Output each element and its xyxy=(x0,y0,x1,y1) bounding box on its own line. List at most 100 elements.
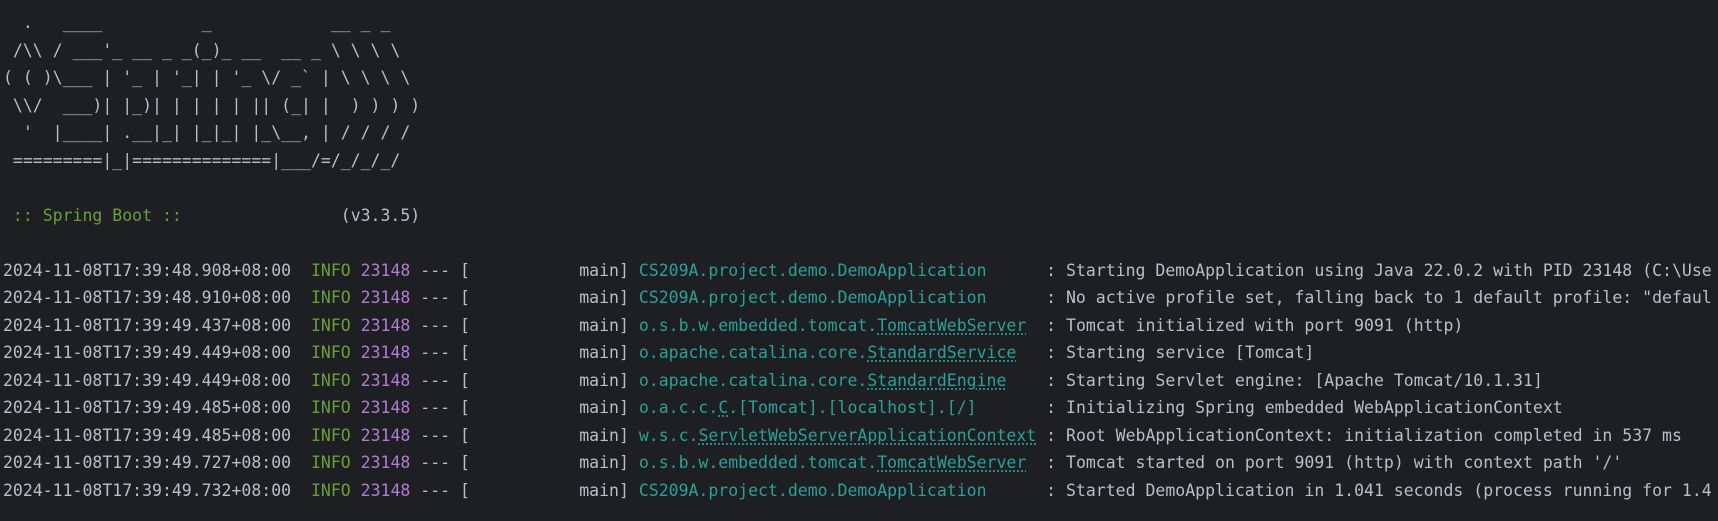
log-space xyxy=(351,398,361,417)
log-line: 2024-11-08T17:39:49.437+08:00 INFO 23148… xyxy=(3,312,1718,340)
log-pid: 23148 xyxy=(360,370,411,390)
log-thread: main] xyxy=(469,480,639,500)
log-separator: --- [ xyxy=(410,453,470,472)
log-message: : Starting service [Tomcat] xyxy=(1046,343,1315,362)
log-logger-padding xyxy=(1016,343,1046,362)
log-level: INFO xyxy=(310,288,351,307)
log-level: INFO xyxy=(310,260,351,280)
log-lines: 2024-11-08T17:39:48.908+08:00 INFO 23148… xyxy=(3,257,1718,505)
log-line: 2024-11-08T17:39:49.449+08:00 INFO 23148… xyxy=(3,339,1718,367)
log-thread: main] xyxy=(469,398,639,417)
log-logger-link[interactable]: TomcatWebServer xyxy=(877,453,1026,472)
log-logger-prefix: w.s.c. xyxy=(638,425,699,445)
log-space xyxy=(351,261,361,280)
log-space xyxy=(351,371,361,390)
banner-line: /\\ / ___'_ __ _ _(_)_ __ __ _ \ \ \ \ xyxy=(3,40,401,60)
log-space xyxy=(351,481,361,500)
log-timestamp: 2024-11-08T17:39:48.908+08:00 xyxy=(3,260,292,280)
log-pid: 23148 xyxy=(360,260,411,280)
log-logger-link[interactable]: StandardEngine xyxy=(867,371,1006,390)
console-output: . ____ _ __ _ _ /\\ / ___'_ __ _ _(_)_ _… xyxy=(3,9,1718,504)
log-separator: --- [ xyxy=(410,343,470,362)
log-space xyxy=(291,316,311,335)
banner-line: . ____ _ __ _ _ xyxy=(3,13,391,32)
log-logger-prefix: o.apache.catalina.core. xyxy=(638,343,868,362)
log-separator: --- [ xyxy=(410,370,470,390)
log-logger-prefix: o.apache.catalina.core. xyxy=(638,370,868,390)
log-logger-prefix: o.a.c.c. xyxy=(638,398,719,417)
log-message: : Root WebApplicationContext: initializa… xyxy=(1046,425,1682,445)
log-space xyxy=(291,343,311,362)
log-timestamp: 2024-11-08T17:39:49.449+08:00 xyxy=(3,343,292,362)
log-separator: --- [ xyxy=(410,260,470,280)
log-message: : No active profile set, falling back to… xyxy=(1046,288,1712,307)
log-space xyxy=(291,426,311,445)
log-space xyxy=(291,371,311,390)
banner-line: ' |____| .__|_| |_|_| |_\__, | / / / / xyxy=(3,123,411,142)
log-line: 2024-11-08T17:39:49.485+08:00 INFO 23148… xyxy=(3,422,1718,450)
log-thread: main] xyxy=(469,343,639,362)
log-timestamp: 2024-11-08T17:39:49.437+08:00 xyxy=(3,315,292,335)
log-logger-prefix: CS209A.project.demo.DemoApplication xyxy=(638,480,987,500)
log-space xyxy=(351,316,361,335)
log-pid: 23148 xyxy=(360,425,411,445)
log-logger-padding xyxy=(987,288,1047,307)
log-line: 2024-11-08T17:39:48.908+08:00 INFO 23148… xyxy=(3,257,1718,285)
log-line: 2024-11-08T17:39:49.732+08:00 INFO 23148… xyxy=(3,477,1718,505)
log-level: INFO xyxy=(310,370,351,390)
log-message: : Tomcat initialized with port 9091 (htt… xyxy=(1046,315,1464,335)
log-level: INFO xyxy=(310,425,351,445)
log-logger-link[interactable]: TomcatWebServer xyxy=(877,316,1026,335)
log-thread: main] xyxy=(469,453,639,472)
log-timestamp: 2024-11-08T17:39:49.727+08:00 xyxy=(3,453,292,472)
banner-line: =========|_|==============|___/=/_/_/_/ xyxy=(3,150,401,170)
log-level: INFO xyxy=(310,453,351,472)
log-space xyxy=(291,481,311,500)
log-logger-padding xyxy=(1006,371,1046,390)
log-level: INFO xyxy=(310,480,351,500)
log-logger-prefix: CS209A.project.demo.DemoApplication xyxy=(638,288,987,307)
spring-boot-version-line: :: Spring Boot :: (v3.3.5) xyxy=(3,202,1718,230)
log-pid: 23148 xyxy=(360,480,411,500)
log-pid: 23148 xyxy=(360,288,411,307)
log-logger-link[interactable]: C xyxy=(718,398,728,417)
log-space xyxy=(291,453,311,472)
log-logger-link[interactable]: StandardService xyxy=(867,343,1016,362)
log-thread: main] xyxy=(469,425,639,445)
log-separator: --- [ xyxy=(410,480,470,500)
log-logger-padding xyxy=(987,261,1047,280)
log-space xyxy=(351,343,361,362)
log-thread: main] xyxy=(469,315,639,335)
log-line: 2024-11-08T17:39:49.727+08:00 INFO 23148… xyxy=(3,449,1718,477)
log-logger-link[interactable]: ServletWebServerApplicationContext xyxy=(698,426,1036,445)
log-logger-padding xyxy=(1026,453,1046,472)
log-pid: 23148 xyxy=(360,453,411,472)
log-logger-prefix: CS209A.project.demo.DemoApplication xyxy=(638,260,987,280)
banner-line: ( ( )\___ | '_ | '_| | '_ \/ _` | \ \ \ … xyxy=(3,68,411,87)
log-logger-padding xyxy=(987,481,1047,500)
log-pid: 23148 xyxy=(360,315,411,335)
log-thread: main] xyxy=(469,260,639,280)
log-level: INFO xyxy=(310,343,351,362)
log-line: 2024-11-08T17:39:48.910+08:00 INFO 23148… xyxy=(3,284,1718,312)
banner-line: \\/ ___)| |_)| | | | | || (_| | ) ) ) ) xyxy=(3,95,421,115)
log-message: : Initializing Spring embedded WebApplic… xyxy=(1046,398,1563,417)
log-timestamp: 2024-11-08T17:39:49.732+08:00 xyxy=(3,480,292,500)
log-timestamp: 2024-11-08T17:39:49.485+08:00 xyxy=(3,398,292,417)
log-thread: main] xyxy=(469,370,639,390)
log-space xyxy=(351,426,361,445)
log-separator: --- [ xyxy=(410,315,470,335)
log-pid: 23148 xyxy=(360,343,411,362)
log-line: 2024-11-08T17:39:49.485+08:00 INFO 23148… xyxy=(3,394,1718,422)
log-message: : Tomcat started on port 9091 (http) wit… xyxy=(1046,453,1623,472)
log-level: INFO xyxy=(310,315,351,335)
log-thread: main] xyxy=(469,288,639,307)
log-logger-prefix: o.s.b.w.embedded.tomcat. xyxy=(638,453,878,472)
log-message: : Started DemoApplication in 1.041 secon… xyxy=(1046,480,1712,500)
log-pid: 23148 xyxy=(360,398,411,417)
log-space xyxy=(351,288,361,307)
log-level: INFO xyxy=(310,398,351,417)
log-separator: --- [ xyxy=(410,288,470,307)
